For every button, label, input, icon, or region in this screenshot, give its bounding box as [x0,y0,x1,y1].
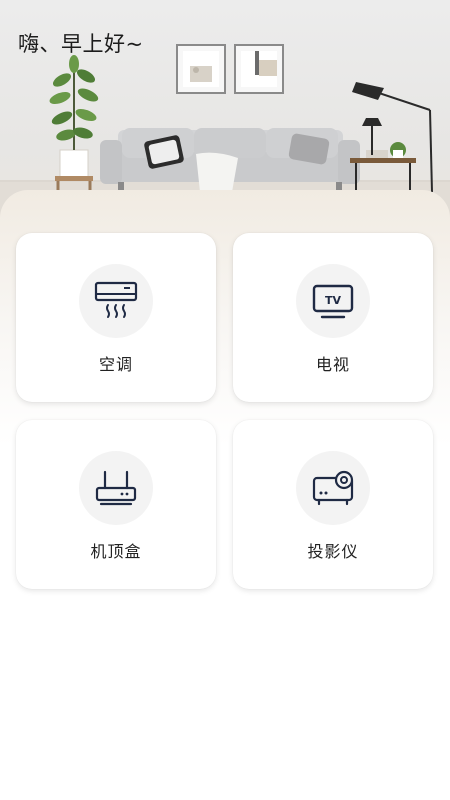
potted-plant [49,55,99,192]
device-label: 机顶盒 [90,542,142,561]
device-card-air-conditioner[interactable]: 空调 [16,233,216,402]
device-label: 电视 [315,355,350,374]
icon-badge: TV [296,264,370,338]
air-conditioner-icon [94,281,138,318]
device-label: 投影仪 [307,542,359,561]
wall-picture-2 [234,44,284,94]
tv-icon: TV [312,284,354,319]
wall-picture-1 [176,44,226,94]
router-icon [95,470,137,506]
device-card-tv[interactable]: TV 电视 [233,233,433,402]
icon-badge [296,451,370,525]
greeting-text: 嗨、早上好~ [18,32,144,56]
icon-badge [79,264,153,338]
floor-lamp [352,82,433,193]
device-label: 空调 [98,355,133,374]
device-card-projector[interactable]: 投影仪 [233,420,433,589]
icon-badge [79,451,153,525]
device-card-set-top-box[interactable]: 机顶盒 [16,420,216,589]
tv-icon-text: TV [325,294,342,307]
projector-icon [312,470,354,506]
